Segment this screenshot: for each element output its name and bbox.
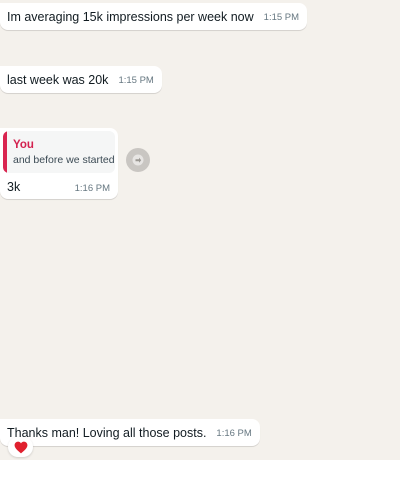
- heart-icon: [14, 441, 27, 453]
- forward-button[interactable]: [126, 148, 150, 172]
- message-text: last week was 20k: [7, 73, 109, 87]
- quoted-message[interactable]: You and before we started?: [3, 131, 115, 173]
- message-bubble[interactable]: Thanks man! Loving all those posts. 1:16…: [0, 419, 260, 446]
- forward-icon: [132, 154, 144, 166]
- message-text: 3k: [7, 180, 21, 194]
- message-bubble[interactable]: last week was 20k 1:15 PM: [0, 66, 162, 93]
- reaction-badge[interactable]: [8, 437, 33, 457]
- quoted-text: and before we started?: [13, 154, 115, 166]
- message-time: 1:16 PM: [74, 183, 110, 194]
- message-text: Im averaging 15k impressions per week no…: [7, 10, 254, 24]
- message-time: 1:16 PM: [216, 428, 252, 439]
- quoted-author: You: [13, 139, 34, 151]
- message-bubble[interactable]: Im averaging 15k impressions per week no…: [0, 3, 308, 30]
- message-time: 1:15 PM: [118, 75, 154, 86]
- message-text: Thanks man! Loving all those posts.: [7, 426, 207, 440]
- reply-message-bubble[interactable]: You and before we started? 3k 1:16 PM: [0, 128, 118, 199]
- chat-area: Im averaging 15k impressions per week no…: [0, 0, 400, 460]
- message-time: 1:15 PM: [263, 12, 300, 23]
